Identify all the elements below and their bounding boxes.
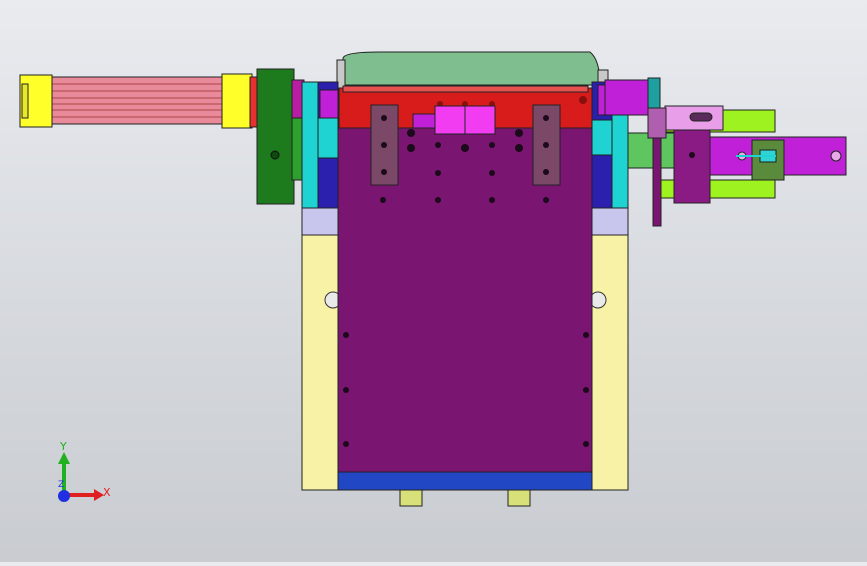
z-axis-label: Z (58, 480, 65, 490)
z-axis-dot (58, 490, 70, 502)
right-side-mechanism[interactable] (604, 77, 847, 227)
cad-viewport[interactable]: Y X Z (0, 0, 867, 562)
coordinate-triad: Y X Z (50, 440, 120, 510)
left-air-cylinder[interactable] (19, 73, 261, 129)
model-canvas[interactable] (0, 0, 867, 562)
x-axis-label: X (103, 486, 111, 499)
y-axis-label: Y (60, 440, 67, 453)
left-mount-plate[interactable] (256, 68, 305, 205)
bottom-blue-bar[interactable] (337, 471, 593, 507)
left-cyan-column[interactable] (301, 81, 339, 213)
